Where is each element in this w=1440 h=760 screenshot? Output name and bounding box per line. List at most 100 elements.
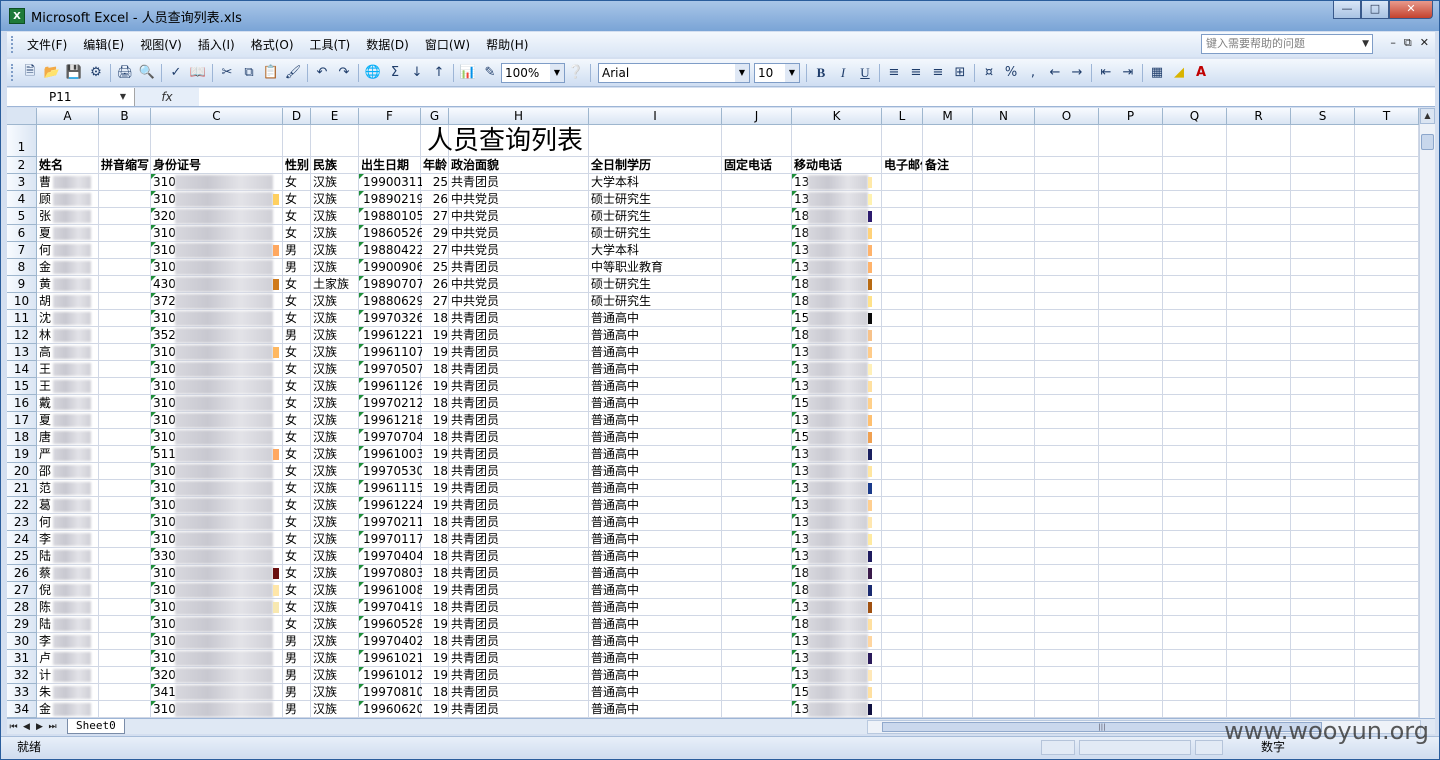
id-cell[interactable]: 310	[153, 429, 175, 446]
redo-icon[interactable]: ↷	[333, 62, 355, 84]
birthdate-cell[interactable]: 19960528	[363, 616, 422, 633]
gender-cell[interactable]: 男	[285, 242, 310, 259]
gender-cell[interactable]: 男	[285, 650, 310, 667]
gender-cell[interactable]: 女	[285, 446, 310, 463]
minimize-button[interactable]: —	[1333, 1, 1361, 19]
age-cell[interactable]: 19	[423, 701, 448, 718]
age-cell[interactable]: 18	[423, 684, 448, 701]
id-cell[interactable]: 310	[153, 480, 175, 497]
row-header-27[interactable]: 27	[7, 582, 37, 599]
politics-cell[interactable]: 共青团员	[451, 310, 588, 327]
politics-cell[interactable]: 共青团员	[451, 701, 588, 718]
spreadsheet-grid[interactable]: A B C D E F G H I J K L M N O P Q R S T 1 2 3 4 5 6 7 8 9 10 11 12 13 14 1…	[7, 108, 1419, 718]
gender-cell[interactable]: 女	[285, 395, 310, 412]
politics-cell[interactable]: 共青团员	[451, 463, 588, 480]
column-header-S[interactable]: S	[1291, 108, 1355, 125]
menu-item-3[interactable]: 插入(I)	[190, 34, 243, 56]
ethnic-cell[interactable]: 汉族	[313, 429, 358, 446]
row-header-3[interactable]: 3	[7, 174, 37, 191]
ethnic-cell[interactable]: 汉族	[313, 446, 358, 463]
menu-item-1[interactable]: 编辑(E)	[75, 34, 132, 56]
row-header-33[interactable]: 33	[7, 684, 37, 701]
column-header-Q[interactable]: Q	[1163, 108, 1227, 125]
politics-cell[interactable]: 共青团员	[451, 667, 588, 684]
age-cell[interactable]: 18	[423, 531, 448, 548]
column-header-K[interactable]: K	[792, 108, 882, 125]
gender-cell[interactable]: 女	[285, 548, 310, 565]
gender-cell[interactable]: 女	[285, 276, 310, 293]
education-cell[interactable]: 普通高中	[591, 395, 721, 412]
gender-cell[interactable]: 女	[285, 310, 310, 327]
align-right-icon[interactable]: ≡	[927, 62, 949, 84]
politics-cell[interactable]: 共青团员	[451, 582, 588, 599]
age-cell[interactable]: 27	[423, 242, 448, 259]
gender-cell[interactable]: 女	[285, 412, 310, 429]
id-cell[interactable]: 310	[153, 361, 175, 378]
ethnic-cell[interactable]: 汉族	[313, 480, 358, 497]
age-cell[interactable]: 25	[423, 259, 448, 276]
row-header-31[interactable]: 31	[7, 650, 37, 667]
education-cell[interactable]: 普通高中	[591, 667, 721, 684]
ethnic-cell[interactable]: 汉族	[313, 599, 358, 616]
decrease-indent-icon[interactable]: ⇤	[1095, 62, 1117, 84]
ethnic-cell[interactable]: 汉族	[313, 497, 358, 514]
id-cell[interactable]: 310	[153, 650, 175, 667]
ethnic-cell[interactable]: 汉族	[313, 259, 358, 276]
menu-item-2[interactable]: 视图(V)	[132, 34, 190, 56]
age-cell[interactable]: 18	[423, 565, 448, 582]
age-cell[interactable]: 19	[423, 327, 448, 344]
zoom-select[interactable]: 100% ▼	[501, 62, 565, 83]
copy-icon[interactable]: ⧉	[238, 62, 260, 84]
ethnic-cell[interactable]: 汉族	[313, 344, 358, 361]
ethnic-cell[interactable]: 汉族	[313, 174, 358, 191]
politics-cell[interactable]: 共青团员	[451, 497, 588, 514]
gender-cell[interactable]: 男	[285, 633, 310, 650]
politics-cell[interactable]: 共青团员	[451, 616, 588, 633]
undo-icon[interactable]: ↶	[311, 62, 333, 84]
education-cell[interactable]: 大学本科	[591, 174, 721, 191]
menu-item-8[interactable]: 帮助(H)	[478, 34, 536, 56]
row-header-21[interactable]: 21	[7, 480, 37, 497]
name-box[interactable]: P11 ▼	[7, 88, 135, 106]
gender-cell[interactable]: 女	[285, 514, 310, 531]
gender-cell[interactable]: 女	[285, 616, 310, 633]
paste-icon[interactable]: 📋	[260, 62, 282, 84]
birthdate-cell[interactable]: 19970404	[363, 548, 422, 565]
education-cell[interactable]: 硕士研究生	[591, 293, 721, 310]
birthdate-cell[interactable]: 19970211	[363, 514, 422, 531]
gender-cell[interactable]: 女	[285, 293, 310, 310]
age-cell[interactable]: 29	[423, 225, 448, 242]
education-cell[interactable]: 普通高中	[591, 565, 721, 582]
vertical-scrollbar[interactable]: ▲	[1419, 108, 1435, 718]
birthdate-cell[interactable]: 19900906	[363, 259, 422, 276]
education-cell[interactable]: 普通高中	[591, 548, 721, 565]
column-header-P[interactable]: P	[1099, 108, 1163, 125]
age-cell[interactable]: 19	[423, 650, 448, 667]
education-cell[interactable]: 普通高中	[591, 531, 721, 548]
gender-cell[interactable]: 男	[285, 327, 310, 344]
education-cell[interactable]: 普通高中	[591, 412, 721, 429]
ethnic-cell[interactable]: 汉族	[313, 514, 358, 531]
age-cell[interactable]: 18	[423, 429, 448, 446]
doc-minimize-icon[interactable]: –	[1390, 36, 1396, 50]
print-icon[interactable]: 🖨	[114, 62, 136, 84]
birthdate-cell[interactable]: 19970810	[363, 684, 422, 701]
menu-item-4[interactable]: 格式(O)	[243, 34, 302, 56]
education-cell[interactable]: 普通高中	[591, 616, 721, 633]
birthdate-cell[interactable]: 19890219	[363, 191, 422, 208]
politics-cell[interactable]: 共青团员	[451, 480, 588, 497]
header-cell[interactable]: 全日制学历	[591, 157, 721, 174]
politics-cell[interactable]: 中共党员	[451, 293, 588, 310]
politics-cell[interactable]: 共青团员	[451, 378, 588, 395]
age-cell[interactable]: 18	[423, 514, 448, 531]
doc-close-icon[interactable]: ✕	[1420, 36, 1429, 50]
column-header-M[interactable]: M	[923, 108, 973, 125]
ethnic-cell[interactable]: 汉族	[313, 208, 358, 225]
education-cell[interactable]: 普通高中	[591, 684, 721, 701]
ethnic-cell[interactable]: 汉族	[313, 361, 358, 378]
id-cell[interactable]: 310	[153, 701, 175, 718]
education-cell[interactable]: 普通高中	[591, 497, 721, 514]
bold-icon[interactable]: B	[810, 62, 832, 84]
row-header-29[interactable]: 29	[7, 616, 37, 633]
politics-cell[interactable]: 共青团员	[451, 684, 588, 701]
